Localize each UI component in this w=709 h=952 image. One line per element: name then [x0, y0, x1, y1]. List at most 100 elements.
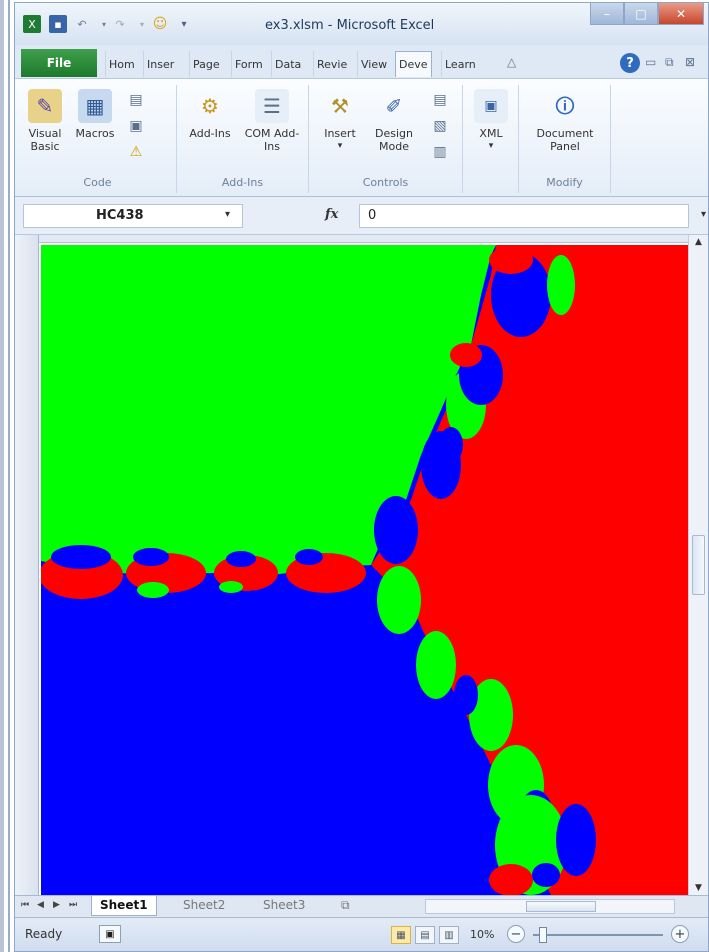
- controls-group-label: Controls: [362, 176, 409, 189]
- name-box-dropdown-icon[interactable]: ▾: [225, 209, 230, 220]
- redo-dropdown-icon[interactable]: ▾: [133, 15, 151, 33]
- zoom-slider[interactable]: [533, 934, 663, 936]
- xml-dropdown-icon: ▾: [488, 141, 494, 151]
- run-dialog-icon[interactable]: ▥: [431, 143, 449, 161]
- controls-group: ⚒ Insert ▾ ✐ Design Mode ▤ ▧ ▥ Controls: [309, 85, 463, 193]
- document-panel-label: Document Panel: [536, 127, 594, 153]
- com-addins-icon: ☰: [255, 89, 289, 123]
- design-mode-button[interactable]: ✐ Design Mode: [367, 89, 421, 154]
- xml-icon: ▣: [474, 89, 508, 123]
- zoom-slider-thumb[interactable]: [539, 927, 547, 943]
- tab-file[interactable]: File: [21, 49, 97, 77]
- tab-review[interactable]: Revie: [313, 51, 350, 77]
- undo-icon[interactable]: ↶: [73, 15, 91, 33]
- scroll-up-icon[interactable]: ▲: [689, 237, 708, 247]
- addins-button[interactable]: ⚙ Add-Ins: [183, 89, 237, 141]
- fractal-lobe: [377, 566, 421, 634]
- formula-input[interactable]: 0: [359, 204, 689, 228]
- customize-toolbar-icon[interactable]: ▾: [175, 15, 193, 33]
- sheet-tab-sheet3[interactable]: Sheet3: [255, 896, 313, 916]
- row-headers[interactable]: [15, 235, 39, 895]
- column-headers[interactable]: [39, 235, 689, 243]
- insert-control-button[interactable]: ⚒ Insert ▾: [315, 89, 365, 153]
- help-icon[interactable]: ?: [620, 53, 640, 73]
- view-code-icon[interactable]: ▧: [431, 117, 449, 135]
- code-group: ✎ Visual Basic ▦ Macros ▤ ▣ ⚠ Code: [19, 85, 177, 193]
- tab-page-layout[interactable]: Page: [189, 51, 223, 77]
- normal-view-icon[interactable]: ▦: [391, 926, 411, 944]
- zoom-level[interactable]: 10%: [470, 928, 494, 941]
- window-controls: – □ ✕: [590, 3, 704, 25]
- com-addins-button[interactable]: ☰ COM Add-Ins: [243, 89, 301, 153]
- next-sheet-icon[interactable]: ▶: [53, 900, 60, 910]
- fractal-lobe: [547, 255, 575, 315]
- worksheet-grid[interactable]: ▲ ▼: [15, 235, 708, 895]
- tab-developer[interactable]: Deve: [395, 51, 432, 77]
- maximize-button[interactable]: □: [624, 3, 658, 25]
- redo-icon[interactable]: ↷: [111, 15, 129, 33]
- newton-fractal-image: [41, 245, 691, 895]
- visual-basic-icon: ✎: [28, 89, 62, 123]
- fractal-lobe: [219, 581, 243, 593]
- fractal-lobe: [51, 545, 111, 569]
- macros-button[interactable]: ▦ Macros: [71, 89, 119, 140]
- close-button[interactable]: ✕: [658, 3, 704, 25]
- record-macro-status-icon[interactable]: ▣: [99, 925, 121, 943]
- addins-group-label: Add-Ins: [221, 176, 264, 189]
- scroll-down-icon[interactable]: ▼: [689, 883, 708, 893]
- horizontal-scrollbar[interactable]: [425, 899, 675, 914]
- xml-group: ▣ XML ▾: [463, 85, 519, 193]
- tab-formulas[interactable]: Form: [231, 51, 266, 77]
- zoom-out-icon[interactable]: −: [507, 925, 525, 943]
- smiley-icon[interactable]: ☺: [151, 15, 169, 33]
- window-close-icon[interactable]: ⊠: [685, 55, 695, 69]
- visual-basic-button[interactable]: ✎ Visual Basic: [23, 89, 67, 153]
- tab-view[interactable]: View: [357, 51, 390, 77]
- xml-label: XML: [479, 127, 503, 140]
- first-sheet-icon[interactable]: ⏮: [21, 900, 29, 910]
- name-box[interactable]: HC438: [23, 204, 243, 228]
- properties-icon[interactable]: ▤: [431, 91, 449, 109]
- zoom-in-icon[interactable]: +: [671, 925, 689, 943]
- macro-security-icon[interactable]: ⚠: [127, 143, 145, 161]
- design-mode-icon: ✐: [385, 93, 403, 118]
- window-minimize-icon[interactable]: ▭: [645, 55, 656, 69]
- excel-window: X ▪ ↶ ▾ ↷ ▾ ☺ ▾ ex3.xlsm - Microsoft Exc…: [14, 2, 709, 952]
- insert-function-icon[interactable]: fx: [325, 207, 338, 222]
- insert-dropdown-icon: ▾: [337, 141, 343, 151]
- excel-app-icon[interactable]: X: [23, 15, 41, 33]
- save-icon[interactable]: ▪: [49, 15, 67, 33]
- sheet-tab-sheet1[interactable]: Sheet1: [91, 896, 157, 916]
- minimize-button[interactable]: –: [590, 3, 624, 25]
- vertical-scrollbar[interactable]: ▲ ▼: [688, 235, 708, 895]
- tab-data[interactable]: Data: [271, 51, 304, 77]
- expand-formula-bar-icon[interactable]: ▾: [701, 209, 706, 220]
- prev-sheet-icon[interactable]: ◀: [37, 900, 44, 910]
- vertical-scroll-thumb[interactable]: [692, 535, 705, 595]
- ribbon: ✎ Visual Basic ▦ Macros ▤ ▣ ⚠ Code ⚙ Add…: [15, 79, 708, 197]
- tab-insert[interactable]: Inser: [143, 51, 177, 77]
- horizontal-scroll-thumb[interactable]: [526, 901, 596, 912]
- document-panel-button[interactable]: 🛈 Document Panel: [527, 89, 603, 154]
- com-addins-label: COM Add-Ins: [244, 127, 300, 153]
- window-restore-icon[interactable]: ⧉: [665, 55, 674, 70]
- design-mode-label: Design Mode: [375, 127, 413, 153]
- record-macro-icon[interactable]: ▤: [127, 91, 145, 109]
- page-layout-view-icon[interactable]: ▤: [415, 926, 435, 944]
- tab-learn[interactable]: Learn: [441, 51, 479, 77]
- status-ready: Ready: [25, 927, 63, 941]
- relative-references-icon[interactable]: ▣: [127, 117, 145, 135]
- fractal-lobe: [439, 427, 463, 463]
- fractal-lobe: [137, 582, 169, 598]
- ribbon-collapse-icon[interactable]: △: [507, 55, 516, 69]
- modify-group-label: Modify: [546, 176, 583, 189]
- xml-button[interactable]: ▣ XML ▾: [469, 89, 513, 153]
- insert-sheet-icon[interactable]: ⧉: [333, 896, 358, 916]
- addins-icon: ⚙: [201, 93, 219, 118]
- sheet-tab-sheet2[interactable]: Sheet2: [175, 896, 233, 916]
- tab-home[interactable]: Hom: [105, 51, 138, 77]
- last-sheet-icon[interactable]: ⏭: [69, 900, 77, 910]
- fractal-lobe: [450, 343, 482, 367]
- window-title: ex3.xlsm - Microsoft Excel: [265, 18, 435, 33]
- page-break-view-icon[interactable]: ▥: [439, 926, 459, 944]
